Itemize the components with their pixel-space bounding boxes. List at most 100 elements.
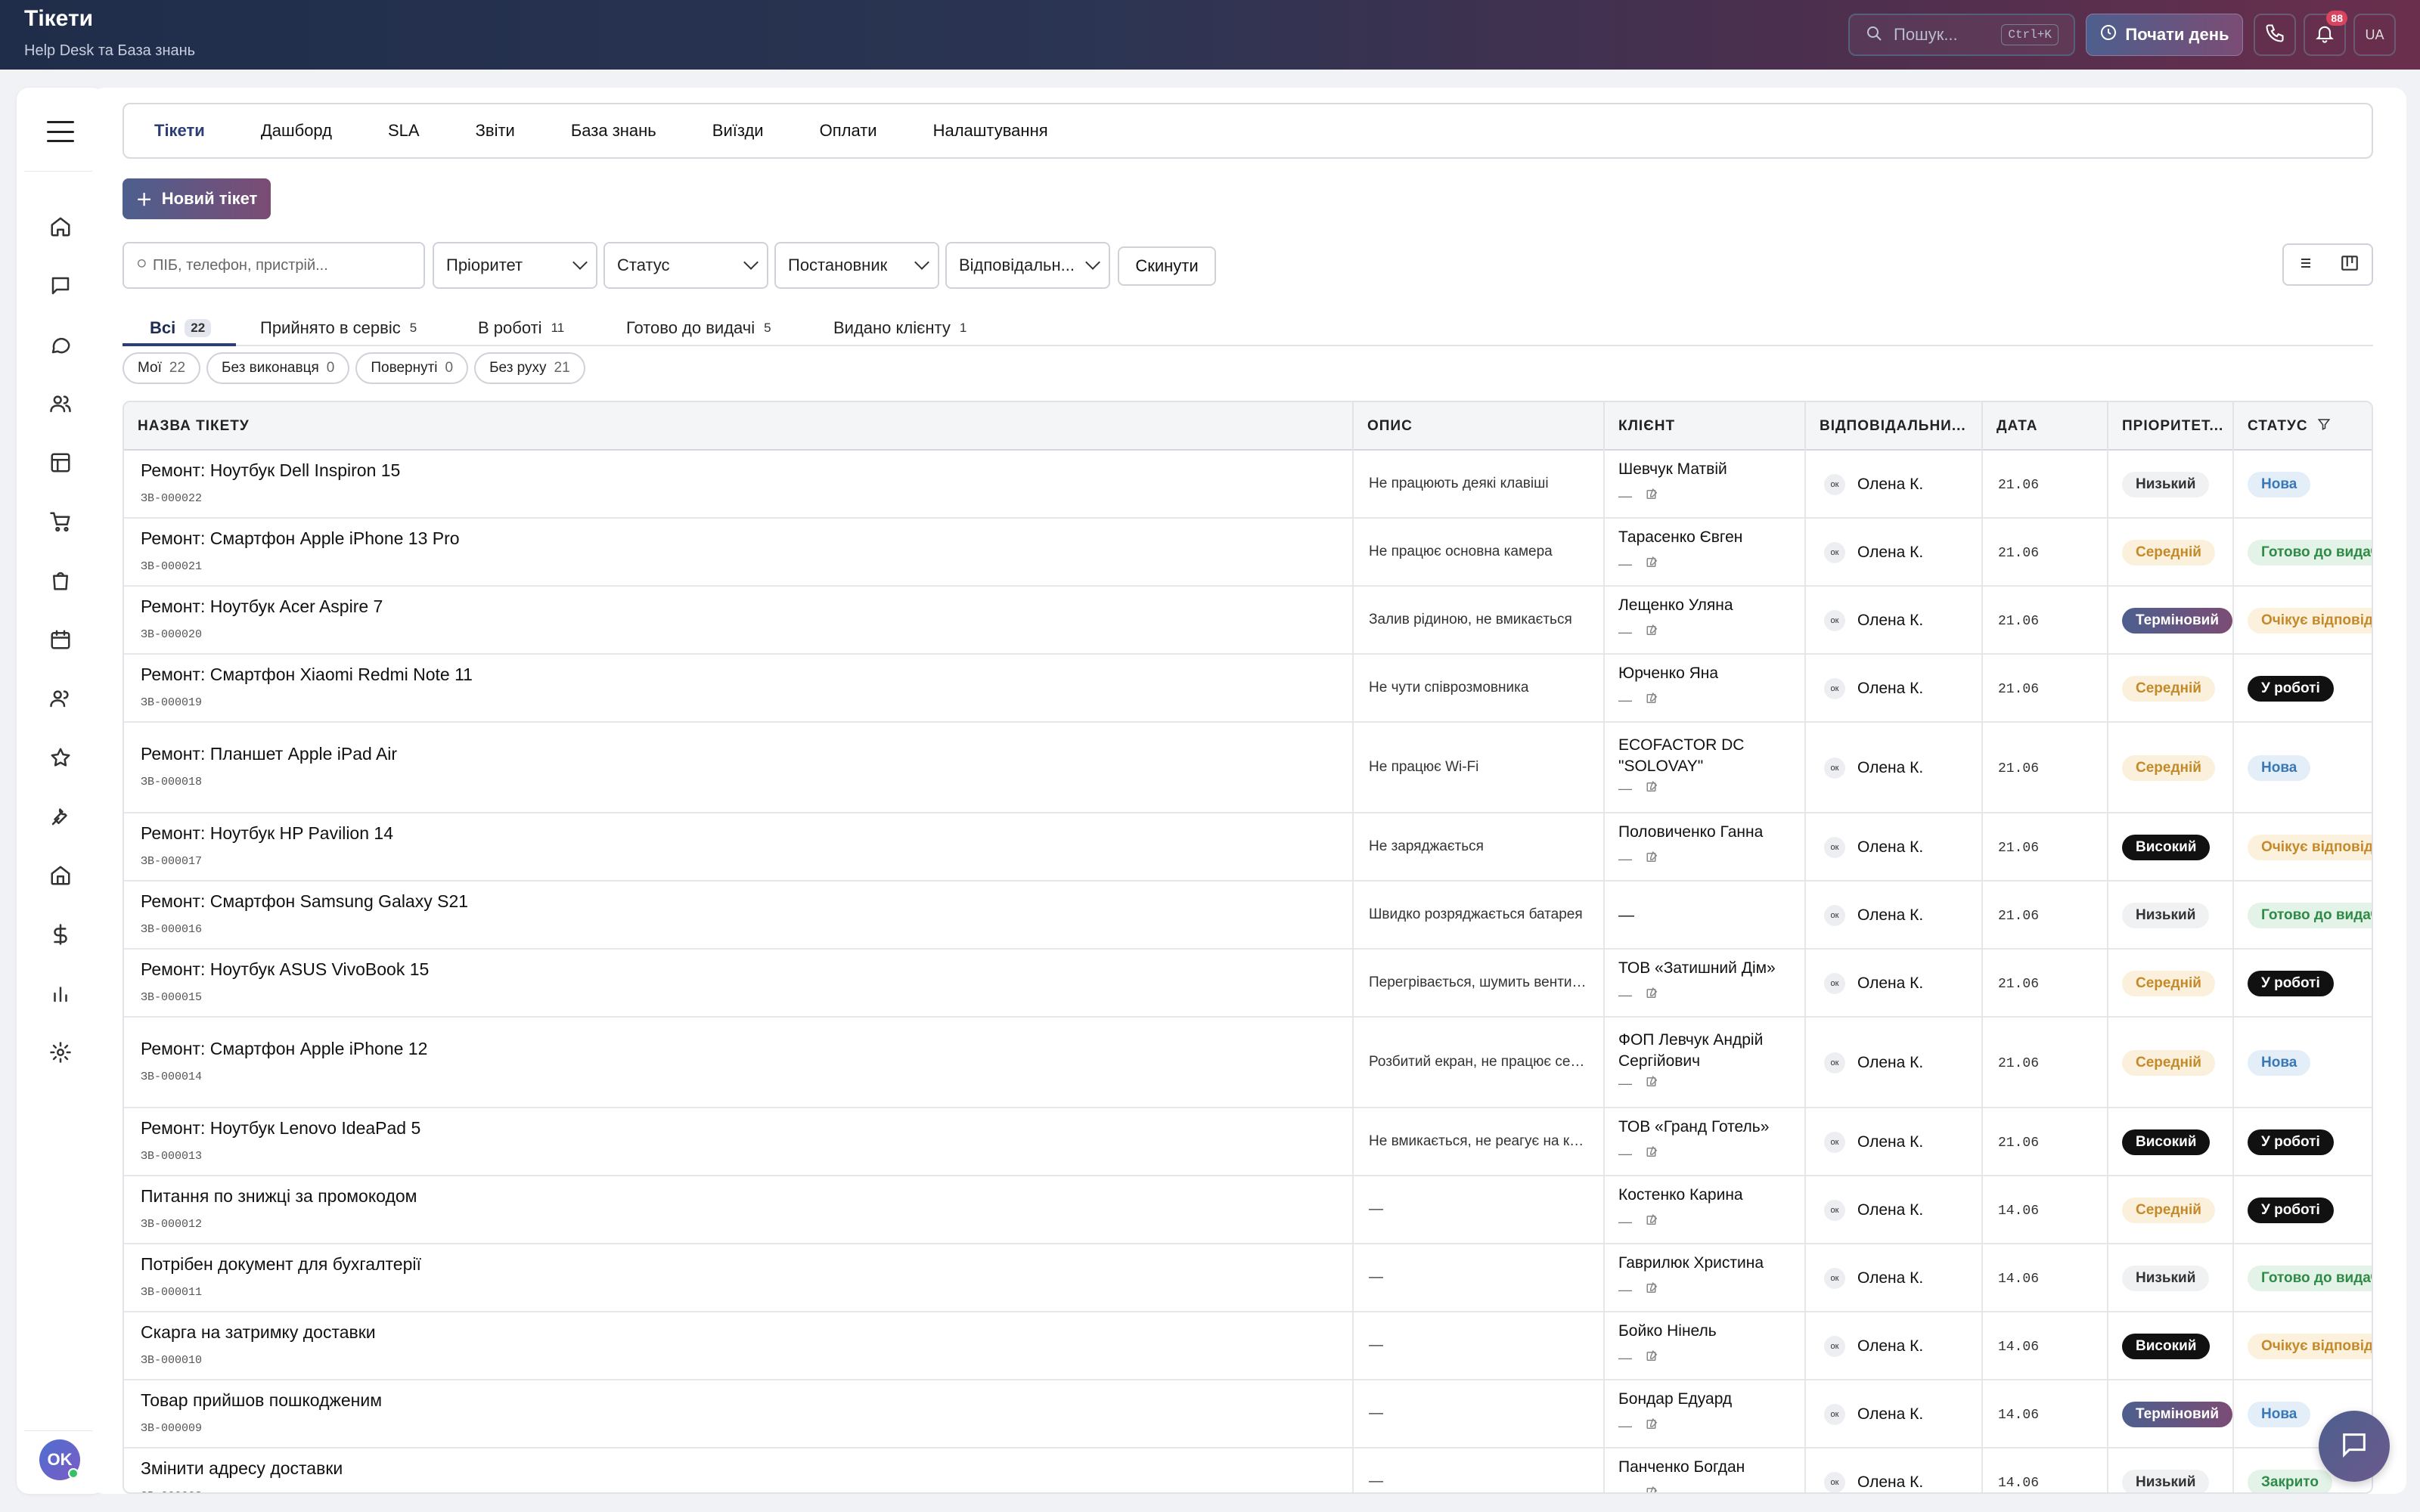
assignee-name[interactable]: Олена К. — [1857, 544, 1923, 562]
ticket-title[interactable]: Змінити адресу доставки — [141, 1458, 343, 1479]
kanban-view-icon[interactable] — [2340, 253, 2360, 277]
status-badge[interactable]: Нова — [2248, 1050, 2311, 1076]
table-row[interactable]: Ремонт: Смартфон Samsung Galaxy S21 ЗВ-00… — [124, 881, 2372, 950]
table-row[interactable]: Ремонт: Смартфон Apple iPhone 13 Pro ЗВ-0… — [124, 519, 2372, 587]
edit-icon[interactable] — [1646, 987, 1659, 1004]
ticket-title[interactable]: Ремонт: Ноутбук HP Pavilion 14 — [141, 823, 393, 844]
client-name[interactable]: ТОВ «Затишний Дім» — [1618, 958, 1800, 979]
assignee-name[interactable]: Олена К. — [1857, 1054, 1923, 1072]
priority-badge[interactable]: Низький — [2122, 903, 2210, 928]
edit-icon[interactable] — [1646, 556, 1659, 573]
subtab-4[interactable]: Видано клієнту 1 — [833, 313, 966, 343]
edit-icon[interactable] — [1646, 624, 1659, 641]
table-row[interactable]: Товар прийшов пошкодженим ЗВ-000009— Бонда… — [124, 1380, 2372, 1448]
priority-badge[interactable]: Середній — [2122, 540, 2215, 565]
table-row[interactable]: Питання по знижці за промокодом ЗВ-000012… — [124, 1176, 2372, 1244]
home-icon[interactable] — [45, 212, 76, 242]
assignee-name[interactable]: Олена К. — [1857, 612, 1923, 630]
nav-tab-2[interactable]: SLA — [388, 121, 420, 141]
table-row[interactable]: Ремонт: Смартфон Apple iPhone 12 ЗВ-00001… — [124, 1018, 2372, 1108]
client-name[interactable]: Шевчук Матвій — [1618, 459, 1800, 480]
column-header-1[interactable]: ОПИС — [1354, 402, 1605, 451]
assignee-name[interactable]: Олена К. — [1857, 476, 1923, 494]
table-row[interactable]: Потрібен документ для бухгалтерії ЗВ-0000… — [124, 1244, 2372, 1312]
priority-badge[interactable]: Середній — [2122, 1198, 2215, 1223]
edit-icon[interactable] — [1646, 780, 1659, 798]
nav-tab-4[interactable]: База знань — [571, 121, 656, 141]
priority-badge[interactable]: Високий — [2122, 1129, 2211, 1155]
building-icon[interactable] — [45, 860, 76, 891]
user-avatar[interactable]: OK — [39, 1439, 80, 1480]
table-row[interactable]: Змінити адресу доставкиЗВ-000008—Панченк… — [124, 1448, 2372, 1492]
layout-icon[interactable] — [45, 448, 76, 478]
ticket-title[interactable]: Товар прийшов пошкодженим — [141, 1390, 382, 1411]
assignee-name[interactable]: Олена К. — [1857, 906, 1923, 925]
priority-badge[interactable]: Терміновий — [2122, 608, 2232, 634]
team-icon[interactable] — [45, 683, 76, 714]
table-row[interactable]: Ремонт: Смартфон Xiaomi Redmi Note 11 ЗВ-… — [124, 655, 2372, 723]
edit-icon[interactable] — [1646, 1418, 1659, 1435]
client-name[interactable]: ТОВ «Гранд Готель» — [1618, 1117, 1800, 1138]
priority-badge[interactable]: Низький — [2122, 1470, 2210, 1492]
client-name[interactable]: Панченко Богдан — [1618, 1457, 1800, 1478]
table-row[interactable]: Ремонт: Ноутбук ASUS VivoBook 15 ЗВ-00001… — [124, 950, 2372, 1018]
column-header-2[interactable]: КЛІЄНТ — [1605, 402, 1806, 451]
table-row[interactable]: Скарга на затримку доставки ЗВ-000010— Бой… — [124, 1312, 2372, 1380]
column-header-0[interactable]: НАЗВА ТІКЕТУ — [124, 402, 1354, 451]
client-name[interactable]: Гаврилюк Христина — [1618, 1253, 1800, 1274]
ticket-title[interactable]: Потрібен документ для бухгалтерії — [141, 1254, 421, 1275]
priority-badge[interactable]: Терміновий — [2122, 1402, 2232, 1427]
status-badge[interactable]: У роботі — [2248, 676, 2334, 702]
message-square-icon[interactable] — [45, 271, 76, 301]
status-badge[interactable]: Нова — [2248, 1402, 2311, 1427]
global-search[interactable]: Пошук... Ctrl+K — [1848, 14, 2075, 56]
priority-badge[interactable]: Високий — [2122, 835, 2211, 860]
client-name[interactable]: Костенко Карина — [1618, 1185, 1800, 1206]
status-badge[interactable]: Очікує відповіді — [2248, 608, 2372, 634]
menu-icon[interactable] — [47, 121, 74, 142]
priority-badge[interactable]: Середній — [2122, 971, 2215, 996]
priority-badge[interactable]: Середній — [2122, 1050, 2215, 1076]
assignee-name[interactable]: Олена К. — [1857, 838, 1923, 857]
assignee-name[interactable]: Олена К. — [1857, 1133, 1923, 1151]
ticket-title[interactable]: Ремонт: Смартфон Apple iPhone 12 — [141, 1039, 427, 1059]
status-badge[interactable]: Готово до видачі — [2248, 903, 2372, 928]
table-row[interactable]: Ремонт: Ноутбук Acer Aspire 7 ЗВ-000020 За… — [124, 587, 2372, 655]
nav-tab-7[interactable]: Налаштування — [933, 121, 1048, 141]
status-badge[interactable]: Готово до видачі — [2248, 1266, 2372, 1291]
ticket-title[interactable]: Ремонт: Ноутбук Lenovo IdeaPad 5 — [141, 1118, 420, 1139]
client-name[interactable]: Тарасенко Євген — [1618, 527, 1800, 548]
edit-icon[interactable] — [1646, 1075, 1659, 1092]
ticket-title[interactable]: Ремонт: Смартфон Xiaomi Redmi Note 11 — [141, 665, 473, 685]
bar-chart-icon[interactable] — [45, 978, 76, 1009]
status-badge[interactable]: У роботі — [2248, 1129, 2334, 1155]
filter-chip-0[interactable]: Мої 22 — [123, 352, 201, 384]
assignee-name[interactable]: Олена К. — [1857, 1405, 1923, 1424]
client-name[interactable]: Половиченко Ганна — [1618, 822, 1800, 843]
priority-badge[interactable]: Низький — [2122, 1266, 2210, 1291]
table-row[interactable]: Ремонт: Ноутбук Lenovo IdeaPad 5 ЗВ-00001… — [124, 1108, 2372, 1176]
client-name[interactable]: ECOFACTOR DC "SOLOVAY" — [1618, 735, 1800, 777]
edit-icon[interactable] — [1646, 692, 1659, 709]
ticket-title[interactable]: Ремонт: Ноутбук Acer Aspire 7 — [141, 596, 383, 617]
assignee-name[interactable]: Олена К. — [1857, 1269, 1923, 1287]
assignee-name[interactable]: Олена К. — [1857, 974, 1923, 993]
column-header-6[interactable]: СТАТУС — [2234, 402, 2372, 451]
filter-chip-3[interactable]: Без руху 21 — [474, 352, 585, 384]
nav-tab-6[interactable]: Оплати — [820, 121, 877, 141]
status-badge[interactable]: Нова — [2248, 755, 2311, 781]
settings-icon[interactable] — [45, 1037, 76, 1067]
assignee-name[interactable]: Олена К. — [1857, 1337, 1923, 1356]
start-day-button[interactable]: Почати день — [2086, 14, 2243, 56]
star-icon[interactable] — [45, 742, 76, 773]
assignee-name[interactable]: Олена К. — [1857, 1201, 1923, 1219]
phone-button[interactable] — [2254, 14, 2296, 56]
client-name[interactable]: Юрченко Яна — [1618, 663, 1800, 684]
requester-filter[interactable]: Постановник — [774, 242, 939, 289]
assignee-filter[interactable]: Відповідальн... — [945, 242, 1110, 289]
ticket-title[interactable]: Ремонт: Ноутбук ASUS VivoBook 15 — [141, 959, 429, 980]
subtab-2[interactable]: В роботі 11 — [478, 313, 564, 343]
assignee-name[interactable]: Олена К. — [1857, 680, 1923, 698]
assignee-name[interactable]: Олена К. — [1857, 1473, 1923, 1492]
edit-icon[interactable] — [1646, 488, 1659, 505]
